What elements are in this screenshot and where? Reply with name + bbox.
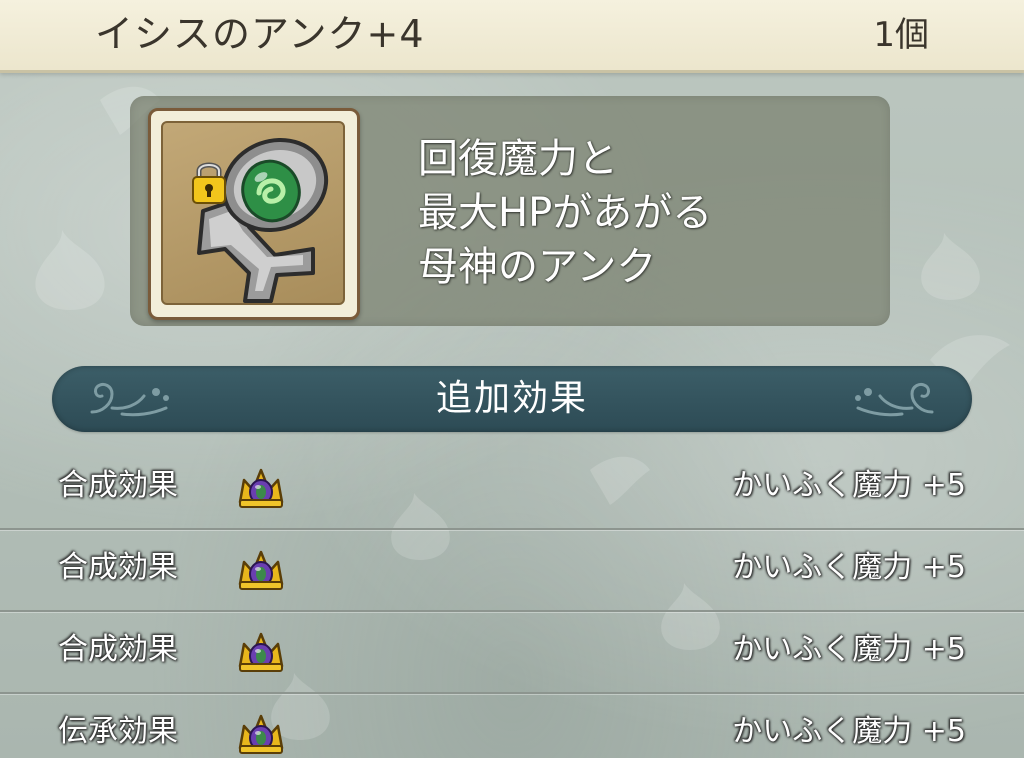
effect-type-label: 合成効果 [58,632,178,667]
ankh-icon [197,137,329,303]
description-line: 回復魔力と [418,136,618,182]
item-header: イシスのアンク+4 1個 [0,0,1024,73]
item-icon-background [161,121,345,305]
item-count: 1個 [873,15,929,55]
crown-icon [238,714,284,754]
lock-icon [192,162,226,204]
effect-row[interactable]: 合成効果 かいふく魔力 +5 [0,448,1024,530]
effect-row[interactable]: 伝承効果 かいふく魔力 +5 [0,694,1024,758]
swirl-ornament-icon [855,382,934,417]
effect-type-label: 合成効果 [58,468,178,503]
effect-list: 合成効果 かいふく魔力 +5 合成効果 かいふく魔力 +5 合成効果 かいふく魔… [0,448,1024,758]
item-name: イシスのアンク+4 [95,12,425,56]
item-description: 回復魔力と 最大HPがあがる 母神のアンク [418,132,858,294]
crown-icon [238,468,284,508]
section-title: 追加効果 [435,378,588,419]
crown-icon [238,632,284,672]
additional-effects-banner: 追加効果 [52,366,972,432]
crown-icon [238,550,284,590]
description-line: 最大HPがあがる [418,190,713,236]
effect-value: かいふく魔力 +5 [732,714,966,749]
description-line: 母神のアンク [418,244,657,290]
item-icon-frame[interactable] [148,108,360,320]
effect-value: かいふく魔力 +5 [732,468,966,503]
effect-value: かいふく魔力 +5 [732,550,966,585]
effect-type-label: 合成効果 [58,550,178,585]
effect-value: かいふく魔力 +5 [732,632,966,667]
effect-row[interactable]: 合成効果 かいふく魔力 +5 [0,612,1024,694]
effect-type-label: 伝承効果 [58,714,178,749]
effect-row[interactable]: 合成効果 かいふく魔力 +5 [0,530,1024,612]
